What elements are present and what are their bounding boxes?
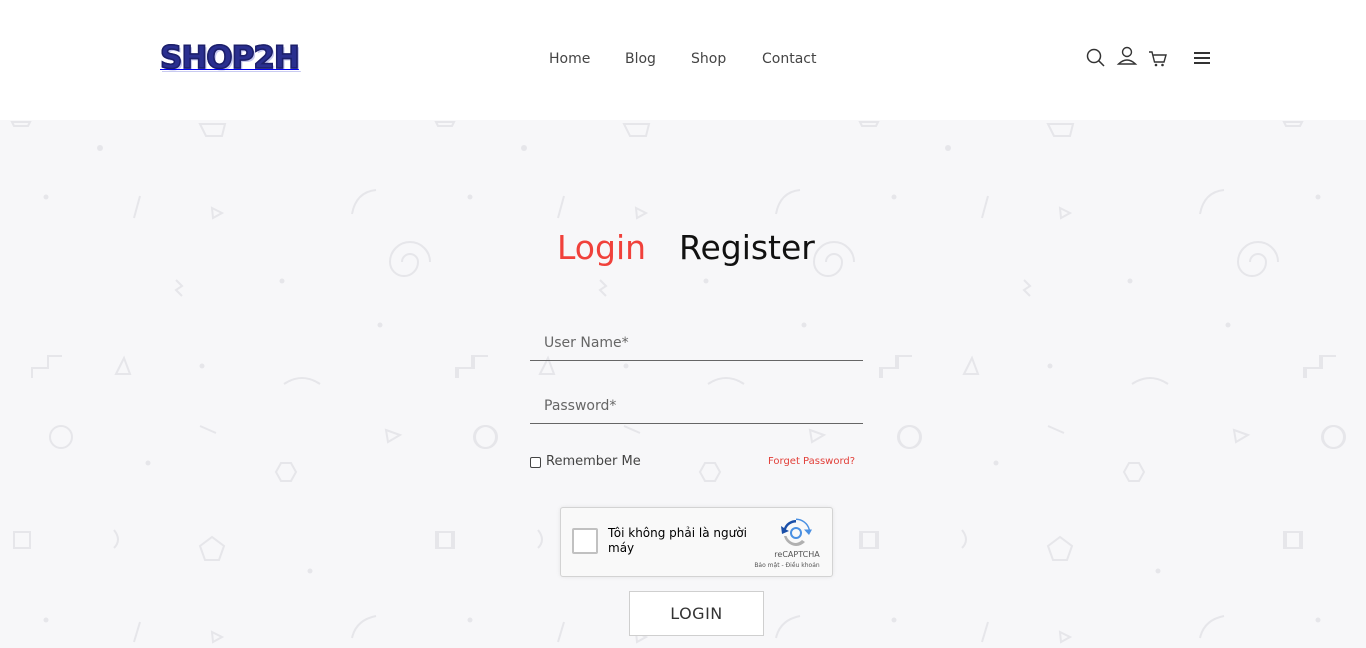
nav-shop[interactable]: Shop (691, 48, 726, 70)
forget-password-link[interactable]: Forget Password? (768, 454, 855, 470)
user-icon[interactable] (1116, 46, 1138, 70)
logo-text: SHOP2H (159, 39, 300, 77)
shop2h-logo[interactable]: SHOP2H (159, 38, 306, 78)
nav-home[interactable]: Home (549, 48, 590, 70)
nav-blog[interactable]: Blog (625, 48, 656, 70)
username-input[interactable] (530, 325, 863, 361)
recaptcha-logo-icon (781, 518, 812, 546)
auth-tabs: Login Register (0, 226, 1366, 272)
recaptcha-brand: reCAPTCHA (774, 550, 820, 559)
remember-me-checkbox[interactable] (530, 456, 541, 468)
remember-me[interactable]: Remember Me (530, 453, 641, 471)
recaptcha-label: Tôi không phải là người máy (608, 526, 747, 555)
tab-login[interactable]: Login (557, 226, 646, 270)
login-button[interactable]: LOGIN (629, 591, 764, 636)
remember-me-label: Remember Me (546, 454, 641, 469)
cart-icon[interactable] (1147, 46, 1169, 70)
tab-register[interactable]: Register (679, 226, 815, 270)
site-header: SHOP2H Home Blog Shop Contact (0, 0, 1366, 120)
password-input[interactable] (530, 388, 863, 424)
recaptcha-checkbox[interactable] (572, 528, 598, 554)
search-icon[interactable] (1085, 46, 1107, 70)
recaptcha-terms[interactable]: Bảo mật - Điều khoản (747, 561, 827, 571)
recaptcha-widget: Tôi không phải là người máy reCAPTCHA Bả… (560, 507, 833, 577)
menu-icon[interactable] (1191, 46, 1213, 70)
nav-contact[interactable]: Contact (762, 48, 816, 70)
